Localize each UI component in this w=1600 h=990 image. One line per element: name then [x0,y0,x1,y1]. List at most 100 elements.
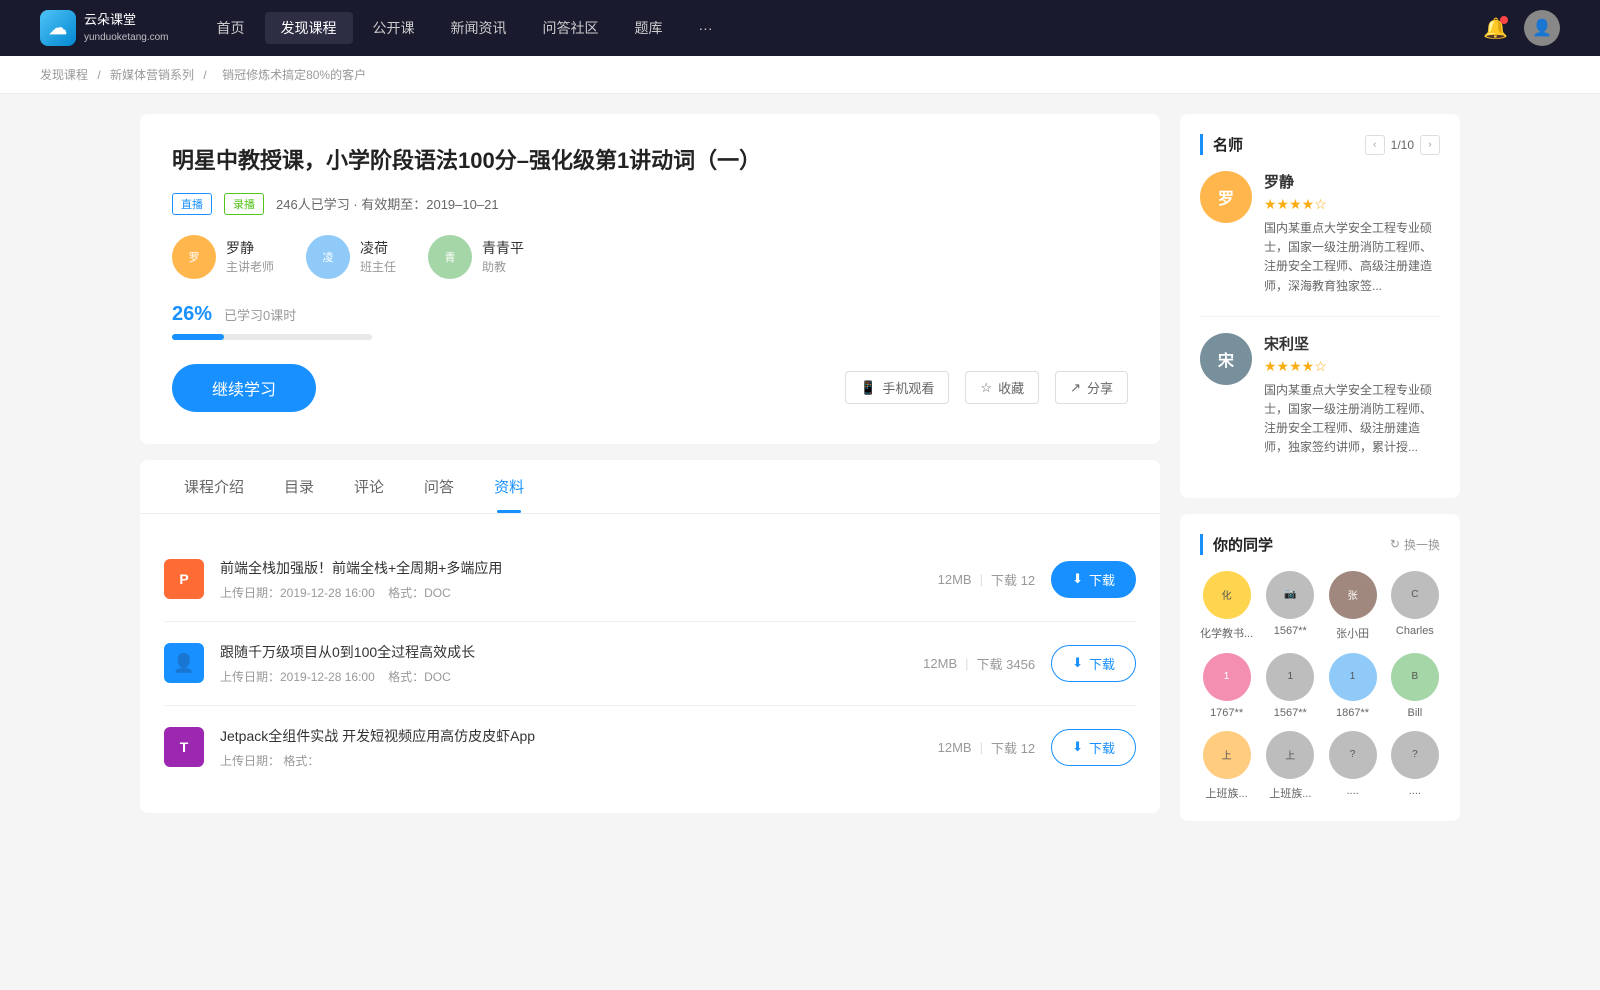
nav-right: 🔔 👤 [1483,10,1560,46]
logo-icon: ☁ [40,10,76,46]
nav-discover[interactable]: 发现课程 [265,12,353,44]
nav-home[interactable]: 首页 [201,12,261,44]
teacher-name-1: 宋利坚 [1264,333,1440,354]
instructor-info-0: 罗静 主讲老师 [226,238,274,275]
progress-percent: 26% [172,303,212,326]
teacher-avatar-1: 宋 [1200,333,1252,385]
instructor-role-0: 主讲老师 [226,258,274,275]
notification-dot [1500,16,1508,24]
file-date-1: 上传日期：2019-12-28 16:00 [220,670,375,684]
classmate-avatar-3: C [1391,571,1439,619]
file-date-2: 上传日期： [220,754,280,768]
file-stats-1: 12MB | 下载 3456 [923,654,1035,673]
classmate-6: 1 1867** [1327,653,1377,719]
tag-record: 录播 [224,193,264,215]
download-label-2: 下载 [1089,738,1115,757]
classmate-avatar-1: 📷 [1266,571,1314,619]
nav-public[interactable]: 公开课 [357,12,431,44]
file-size-0: 12MB [938,572,972,587]
classmate-3: C Charles [1390,571,1440,641]
classmate-name-2: 张小田 [1336,625,1369,641]
classmate-name-11: .... [1409,785,1421,797]
teacher-name-0: 罗静 [1264,171,1440,192]
file-date-0: 上传日期：2019-12-28 16:00 [220,586,375,600]
instructor-role-2: 助教 [482,258,524,275]
classmate-name-8: 上班族... [1206,785,1248,801]
file-info-2: Jetpack全组件实战 开发短视频应用高仿皮皮虾App 上传日期： 格式： [220,726,922,769]
download-button-0[interactable]: ⬇ 下载 [1051,561,1136,598]
file-name-0: 前端全栈加强版！前端全栈+全周期+多端应用 [220,558,922,578]
classmate-11: ? .... [1390,731,1440,801]
teachers-title: 名师 [1200,134,1243,155]
content-left: 明星中教授课，小学阶段语法100分–强化级第1讲动词（一） 直播 录播 246人… [140,114,1160,837]
file-format-1: 格式：DOC [388,670,451,684]
file-icon-0: P [164,559,204,599]
instructor-avatar-0: 罗 [172,235,216,279]
course-title: 明星中教授课，小学阶段语法100分–强化级第1讲动词（一） [172,146,1128,177]
instructor-1: 凌 凌荷 班主任 [306,235,396,279]
download-button-1[interactable]: ⬇ 下载 [1051,645,1136,682]
tab-catalog[interactable]: 目录 [264,460,334,513]
classmate-name-3: Charles [1396,625,1434,637]
nav-qa[interactable]: 问答社区 [527,12,615,44]
pagination-current: 1/10 [1391,138,1414,152]
breadcrumb-link-discover[interactable]: 发现课程 [40,68,88,82]
download-label-1: 下载 [1089,654,1115,673]
file-downloads-0: 下载 12 [991,570,1035,589]
breadcrumb-link-series[interactable]: 新媒体营销系列 [110,68,194,82]
teacher-item-1: 宋 宋利坚 ★★★★☆ 国内某重点大学安全工程专业硕士，国家一级注册消防工程师、… [1200,333,1440,458]
file-format-0: 格式：DOC [388,586,451,600]
tab-materials[interactable]: 资料 [474,460,544,513]
classmate-1: 📷 1567** [1265,571,1315,641]
nav-logo[interactable]: ☁ 云朵课堂yunduoketang.com [40,10,169,46]
teacher-stars-1: ★★★★☆ [1264,358,1440,375]
pagination-next[interactable]: › [1420,135,1440,155]
download-button-2[interactable]: ⬇ 下载 [1051,729,1136,766]
logo-text: 云朵课堂yunduoketang.com [84,12,169,44]
notification-bell[interactable]: 🔔 [1483,16,1508,41]
classmate-name-4: 1767** [1210,707,1243,719]
action-buttons: 📱 手机观看 ☆ 收藏 ↗ 分享 [845,371,1128,404]
instructor-name-0: 罗静 [226,238,274,258]
classmate-avatar-0: 化 [1203,571,1251,619]
main-container: 明星中教授课，小学阶段语法100分–强化级第1讲动词（一） 直播 录播 246人… [100,114,1500,837]
file-size-2: 12MB [938,740,972,755]
teachers-section-header: 名师 ‹ 1/10 › [1200,134,1440,155]
share-icon: ↗ [1070,380,1081,396]
teacher-avatar-0: 罗 [1200,171,1252,223]
tab-qa[interactable]: 问答 [404,460,474,513]
file-icon-1: 👤 [164,643,204,683]
nav-more[interactable]: ··· [683,14,729,42]
tag-live: 直播 [172,193,212,215]
course-header-card: 明星中教授课，小学阶段语法100分–强化级第1讲动词（一） 直播 录播 246人… [140,114,1160,444]
tab-intro[interactable]: 课程介绍 [164,460,264,513]
classmates-grid: 化 化学教书... 📷 1567** 张 张小田 C Charles 1 [1200,571,1440,801]
mobile-icon: 📱 [860,380,876,396]
classmate-4: 1 1767** [1200,653,1253,719]
user-avatar[interactable]: 👤 [1524,10,1560,46]
teacher-info-1: 宋利坚 ★★★★☆ 国内某重点大学安全工程专业硕士，国家一级注册消防工程师、注册… [1264,333,1440,458]
teacher-item-0: 罗 罗静 ★★★★☆ 国内某重点大学安全工程专业硕士，国家一级注册消防工程师、注… [1200,171,1440,296]
classmate-name-9: 上班族... [1269,785,1311,801]
classmate-avatar-6: 1 [1329,653,1377,701]
classmates-title: 你的同学 [1200,534,1273,555]
instructor-2: 青 青青平 助教 [428,235,524,279]
pagination-prev[interactable]: ‹ [1365,135,1385,155]
file-name-2: Jetpack全组件实战 开发短视频应用高仿皮皮虾App [220,726,922,746]
nav-bank[interactable]: 题库 [619,12,679,44]
instructor-info-1: 凌荷 班主任 [360,238,396,275]
collect-button[interactable]: ☆ 收藏 [965,371,1039,404]
breadcrumb-sep2: / [203,68,210,82]
continue-button[interactable]: 继续学习 [172,364,316,412]
refresh-classmates-button[interactable]: ↻ 换一换 [1390,536,1440,553]
classmate-avatar-11: ? [1391,731,1439,779]
mobile-watch-button[interactable]: 📱 手机观看 [845,371,949,404]
file-stats-2: 12MB | 下载 12 [938,738,1035,757]
share-button[interactable]: ↗ 分享 [1055,371,1128,404]
tab-comments[interactable]: 评论 [334,460,404,513]
progress-section: 26% 已学习0课时 [172,303,1128,340]
breadcrumb: 发现课程 / 新媒体营销系列 / 销冠修炼术搞定80%的客户 [0,56,1600,94]
classmate-name-1: 1567** [1274,625,1307,637]
instructor-avatar-2: 青 [428,235,472,279]
nav-news[interactable]: 新闻资讯 [435,12,523,44]
